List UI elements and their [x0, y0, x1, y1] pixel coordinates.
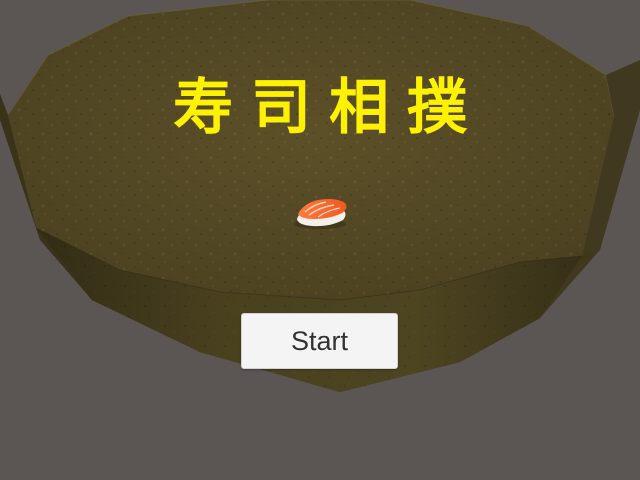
start-button-label: Start: [290, 325, 349, 356]
game-title: 寿司相撲: [173, 73, 485, 143]
dohyo-ring-top: [7, 0, 615, 300]
start-button[interactable]: Start: [241, 313, 398, 369]
